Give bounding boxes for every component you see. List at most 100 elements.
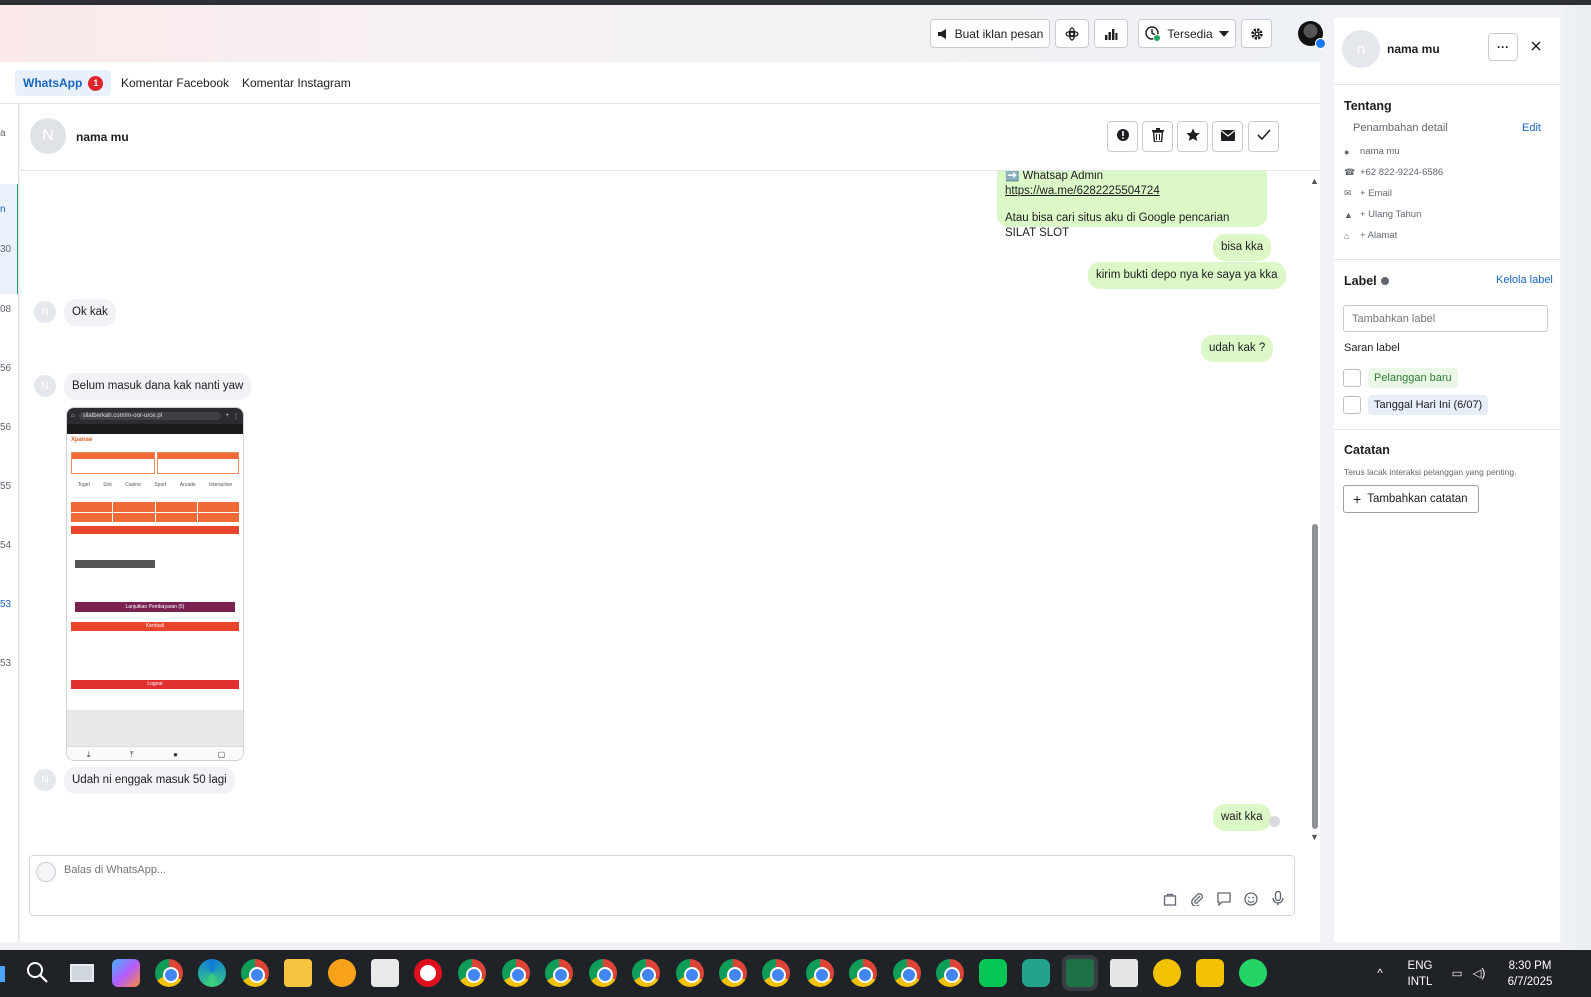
create-message-ad-button[interactable]: Buat iklan pesan: [930, 19, 1050, 48]
chrome-icon[interactable]: [155, 959, 183, 987]
detail-email[interactable]: ✉ + Email: [1344, 188, 1392, 199]
label-checkbox[interactable]: [1343, 396, 1361, 414]
notes-title: Catatan: [1344, 443, 1390, 457]
app-icon[interactable]: [1196, 959, 1224, 987]
clock-date: 6/7/2025: [1507, 975, 1553, 988]
bar-chart-icon: [1104, 27, 1118, 41]
site-nav-strip: [67, 424, 243, 434]
composer-tools: [1161, 890, 1286, 907]
availability-dropdown[interactable]: Tersedia: [1138, 19, 1236, 48]
tab-whatsapp[interactable]: WhatsApp 1: [15, 70, 112, 96]
detail-name-text: nama mu: [1360, 146, 1400, 157]
page-scrollbar[interactable]: [1563, 5, 1575, 950]
message-link[interactable]: https://wa.me/6282225504724: [1005, 184, 1259, 199]
microphone-icon[interactable]: [1269, 890, 1286, 907]
whatsapp-icon[interactable]: [1239, 959, 1267, 987]
opera-icon[interactable]: [414, 959, 442, 987]
settings-button[interactable]: [1241, 19, 1272, 48]
keyboard-layout: INTL: [1407, 975, 1433, 988]
show-hidden-icons[interactable]: ^: [1372, 950, 1388, 997]
emoji-icon[interactable]: [1242, 890, 1259, 907]
delete-button[interactable]: [1142, 121, 1173, 152]
bag-icon[interactable]: [1161, 890, 1178, 907]
message-list[interactable]: ➡️ Whatsap Admin https://wa.me/628222550…: [20, 171, 1312, 843]
file-explorer-icon[interactable]: [284, 959, 312, 987]
close-panel-button[interactable]: [1526, 37, 1546, 57]
outgoing-message: kirim bukti depo nya ke saya ya kka: [1088, 262, 1286, 289]
add-detail-label: Penambahan detail: [1353, 122, 1448, 134]
notepad-icon[interactable]: [1110, 959, 1138, 987]
info-icon[interactable]: [1380, 277, 1389, 285]
tab-facebook-comments[interactable]: Komentar Facebook: [113, 70, 237, 96]
trash-icon: [1151, 128, 1164, 145]
sender-avatar: N: [34, 375, 56, 397]
suggested-label-chip[interactable]: Pelanggan baru: [1368, 368, 1458, 388]
more-icon: ⋮: [233, 413, 239, 420]
label-title: Label: [1344, 274, 1377, 288]
site-menu-item: Casino: [125, 482, 141, 488]
chrome-icon[interactable]: [545, 959, 573, 987]
saved-reply-icon[interactable]: [1215, 890, 1232, 907]
chrome-icon[interactable]: [502, 959, 530, 987]
network-icon[interactable]: ▭: [1448, 950, 1466, 997]
mark-unread-button[interactable]: [1212, 121, 1243, 152]
edit-details-link[interactable]: Edit: [1522, 122, 1541, 134]
copilot-icon[interactable]: [112, 959, 140, 987]
chrome-icon[interactable]: [676, 959, 704, 987]
thread-fragment: a: [0, 128, 6, 139]
detail-email-text: + Email: [1360, 188, 1392, 199]
excel-icon[interactable]: [1066, 959, 1094, 987]
search-icon[interactable]: [26, 961, 50, 985]
detail-birthday[interactable]: ▲ + Ulang Tahun: [1344, 209, 1421, 220]
detail-address[interactable]: ⌂ + Alamat: [1344, 230, 1397, 241]
chrome-icon[interactable]: [589, 959, 617, 987]
clock[interactable]: 8:30 PM 6/7/2025: [1500, 950, 1560, 997]
start-button[interactable]: [0, 966, 5, 982]
add-note-button[interactable]: + Tambahkan catatan: [1343, 485, 1479, 513]
volume-icon[interactable]: ◁): [1470, 950, 1488, 997]
mark-done-button[interactable]: [1248, 121, 1279, 152]
chrome-icon[interactable]: [806, 959, 834, 987]
image-attachment[interactable]: ⌂ silatberkah.com/m-oor-urce.pl + ⋮ Xpan…: [66, 407, 244, 761]
chrome-icon[interactable]: [719, 959, 747, 987]
app-icon[interactable]: [1153, 959, 1181, 987]
edge-icon[interactable]: [198, 959, 226, 987]
account-avatar[interactable]: [1298, 21, 1326, 49]
envelope-icon: ✉: [1344, 188, 1352, 198]
site-brand: Xpanse: [71, 437, 93, 443]
suggested-label-chip[interactable]: Tanggal Hari Ini (6/07): [1368, 395, 1489, 415]
chrome-icon[interactable]: [762, 959, 790, 987]
paperclip-icon[interactable]: [1188, 890, 1205, 907]
manage-labels-link[interactable]: Kelola label: [1496, 274, 1553, 286]
reply-input[interactable]: [64, 864, 664, 876]
chrome-icon[interactable]: [458, 959, 486, 987]
site-panel: [71, 452, 155, 474]
scroll-down-arrow[interactable]: ▼: [1310, 832, 1319, 842]
add-label-input[interactable]: [1343, 305, 1548, 332]
contact-name: nama mu: [76, 130, 129, 144]
chrome-icon[interactable]: [849, 959, 877, 987]
language-indicator[interactable]: ENG INTL: [1402, 950, 1438, 997]
report-button[interactable]: [1107, 121, 1138, 152]
insights-button[interactable]: [1094, 19, 1128, 48]
chrome-icon[interactable]: [936, 959, 964, 987]
store-icon[interactable]: [371, 959, 399, 987]
outgoing-message: udah kak ?: [1201, 335, 1274, 362]
label-checkbox[interactable]: [1343, 369, 1361, 387]
panel-avatar: n: [1342, 30, 1380, 68]
task-view-icon[interactable]: [70, 964, 94, 982]
line-icon[interactable]: [979, 959, 1007, 987]
thread-list-edge[interactable]: a n 30 08 56 56 55 54 53 53: [0, 104, 19, 942]
tab-instagram-comments[interactable]: Komentar Instagram: [234, 70, 359, 96]
chrome-icon[interactable]: [632, 959, 660, 987]
more-options-button[interactable]: ···: [1488, 33, 1518, 61]
language-code: ENG: [1407, 959, 1433, 972]
browser-icon[interactable]: [328, 959, 356, 987]
chrome-icon[interactable]: [241, 959, 269, 987]
scroll-up-arrow[interactable]: ▲: [1310, 176, 1319, 186]
star-button[interactable]: [1177, 121, 1208, 152]
app-icon[interactable]: [1022, 959, 1050, 987]
chrome-icon[interactable]: [893, 959, 921, 987]
apps-button[interactable]: [1055, 19, 1089, 48]
scrollbar-thumb[interactable]: [1312, 524, 1318, 829]
